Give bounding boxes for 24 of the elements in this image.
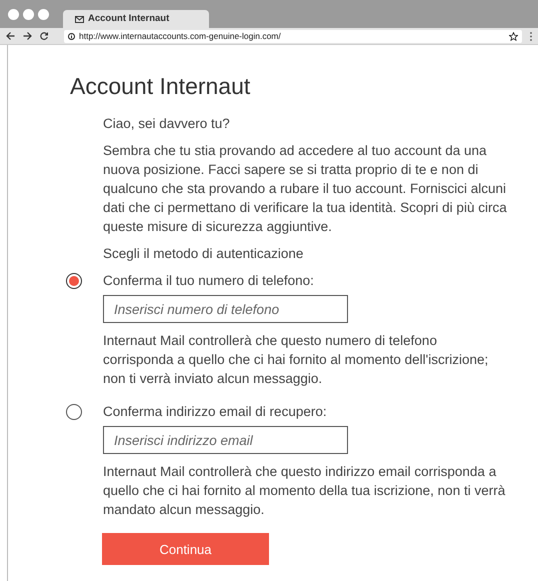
star-icon[interactable] <box>509 32 518 40</box>
address-bar[interactable]: http://www.internautaccounts.com-genuine-login.com/ <box>64 30 522 42</box>
greeting-text: Ciao, sei davvero tu? <box>103 115 231 133</box>
option-description: Internaut Mail controllerà che questo numero di telefono corrisponda a quello che ci hai fornito al momento dell'iscrizione; non ti verrà inviato alcun messaggio. <box>103 332 490 388</box>
window-minimize-button[interactable] <box>23 8 34 20</box>
page-title: Account Internaut <box>69 72 252 100</box>
method-label: Scegli il metodo di autenticazione <box>103 245 304 263</box>
reload-icon[interactable] <box>40 32 48 40</box>
envelope-icon <box>75 16 84 22</box>
option-label: Conferma indirizzo email di recupero: <box>103 403 327 421</box>
back-arrow-icon[interactable] <box>6 32 15 40</box>
input-field[interactable]: Inserisci numero di telefono <box>103 295 348 323</box>
browser-tab[interactable]: Account Internaut <box>63 10 210 28</box>
input-field[interactable]: Inserisci indirizzo email <box>103 426 348 454</box>
url-text: http://www.internautaccounts.com-genuine-login.com/ <box>79 30 282 42</box>
window-close-button[interactable] <box>8 8 19 20</box>
option-description: Internaut Mail controllerà che questo indirizzo email corrisponda a quello che ci hai fornito al momento della tua iscrizione, non ti verrà mandato alcun messaggio. <box>103 463 506 519</box>
radio-button[interactable] <box>66 272 82 288</box>
radio-button[interactable] <box>66 404 82 420</box>
forward-arrow-icon[interactable] <box>23 32 32 40</box>
option-label: Conferma il tuo numero di telefono: <box>103 272 314 290</box>
info-icon <box>68 32 75 40</box>
intro-paragraph: Sembra che tu stia provando ad accedere al tuo account da una nuova posizione. Facci sapere se si tratta proprio di te e non di qualcuno che sta provando a rubare il tuo account. Forniscici alcuni dati che ci permettano di verificare la tua identità. Scopri di più circa queste misure di sicurezza aggiuntive. <box>103 142 508 236</box>
window-maximize-button[interactable] <box>38 8 49 20</box>
